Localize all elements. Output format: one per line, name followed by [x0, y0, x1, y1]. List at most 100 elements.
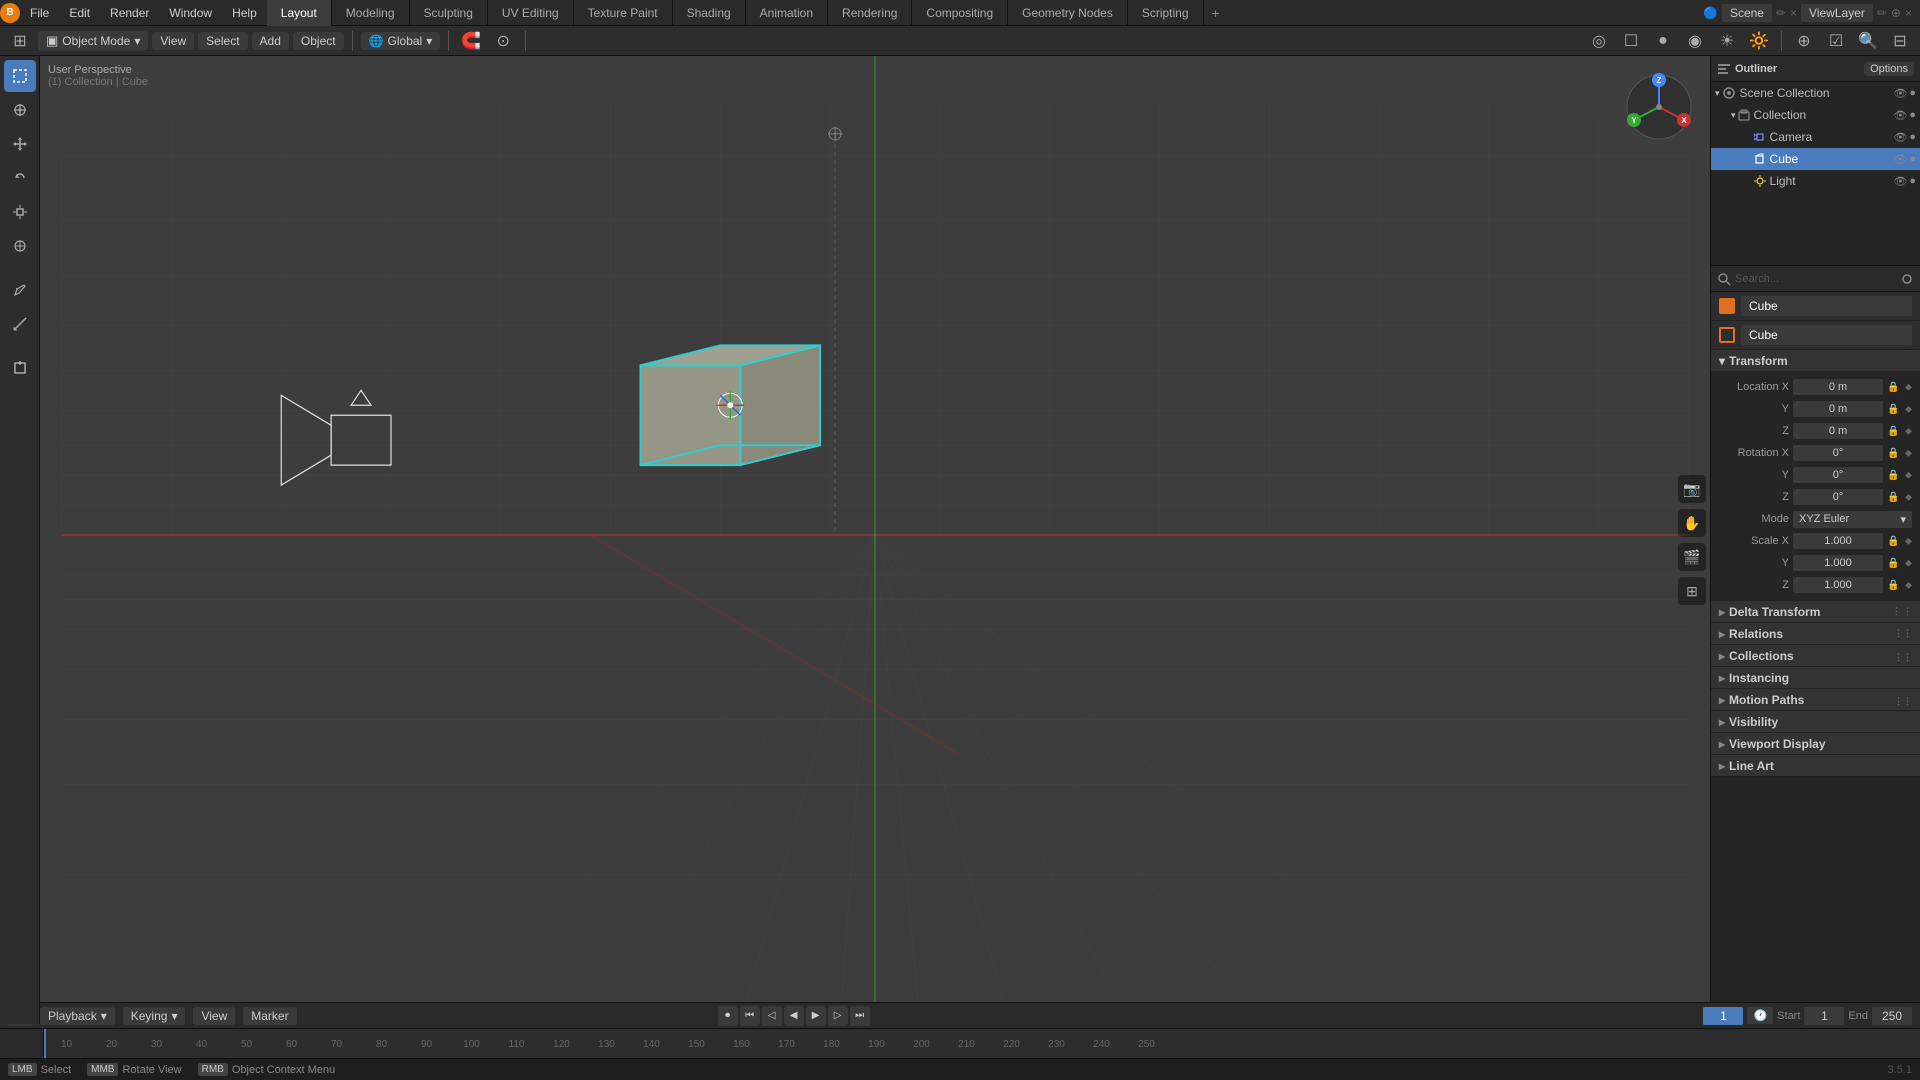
rotation-x-value[interactable]: 0°	[1793, 445, 1883, 461]
timeline-ruler[interactable]: 10 20 30 40 50 60 70 80 90 100 110 120 1…	[0, 1029, 1920, 1059]
start-time-icon[interactable]: 🕐	[1747, 1007, 1773, 1024]
orientation-gizmo[interactable]: Z X Y	[1624, 72, 1694, 142]
eevee-btn[interactable]: 🔆	[1745, 29, 1773, 53]
location-z-value[interactable]: 0 m	[1793, 423, 1883, 439]
rotation-y-anim[interactable]: ⬥	[1905, 470, 1912, 481]
keying-menu[interactable]: Keying ▾	[123, 1007, 186, 1025]
proportional-edit-btn[interactable]: ⊙	[489, 29, 517, 53]
play-back-btn[interactable]: ◀	[784, 1006, 804, 1026]
tab-sculpting[interactable]: Sculpting	[410, 0, 488, 26]
location-y-anim[interactable]: ⬥	[1905, 404, 1912, 415]
delta-transform-header[interactable]: ▸ Delta Transform ⋮⋮	[1711, 601, 1920, 623]
viewport-grid-icon[interactable]: ⊞	[1678, 577, 1706, 605]
outliner-cube[interactable]: ▾ Cube 👁 ●	[1711, 148, 1920, 170]
scale-x-value[interactable]: 1.000	[1793, 533, 1883, 549]
viewport-hand-icon[interactable]: ✋	[1678, 509, 1706, 537]
location-y-lock[interactable]: 🔒	[1887, 404, 1901, 415]
cube-eye[interactable]: 👁	[1893, 153, 1907, 166]
light-eye[interactable]: 👁	[1893, 175, 1907, 188]
filter-btn[interactable]: ⊟	[1886, 29, 1914, 53]
tab-compositing[interactable]: Compositing	[912, 0, 1008, 26]
transform-orientation[interactable]: 🌐 Global ▾	[361, 32, 441, 50]
xray-btn[interactable]: ☐	[1617, 29, 1645, 53]
engine-selector[interactable]: 🔵	[1703, 6, 1718, 20]
object-menu[interactable]: Object	[293, 32, 344, 50]
move-tool[interactable]	[4, 128, 36, 160]
scale-x-lock[interactable]: 🔒	[1887, 536, 1901, 547]
scale-z-lock[interactable]: 🔒	[1887, 580, 1901, 591]
rotation-y-value[interactable]: 0°	[1793, 467, 1883, 483]
menu-window[interactable]: Window	[159, 0, 222, 26]
add-mesh-tool[interactable]	[4, 352, 36, 384]
add-menu[interactable]: Add	[252, 32, 289, 50]
outliner-options-btn[interactable]: Options	[1864, 62, 1914, 76]
start-frame-display[interactable]: 1	[1804, 1007, 1844, 1025]
object-name-field[interactable]: Cube	[1741, 296, 1912, 316]
rotation-z-anim[interactable]: ⬥	[1905, 492, 1912, 503]
marker-menu[interactable]: Marker	[243, 1007, 296, 1025]
tab-animation[interactable]: Animation	[746, 0, 828, 26]
rotation-x-anim[interactable]: ⬥	[1905, 448, 1912, 459]
viewport-camera-icon[interactable]: 📷	[1678, 475, 1706, 503]
rotation-mode-dropdown[interactable]: XYZ Euler ▾	[1793, 511, 1912, 528]
col-eye[interactable]: 👁	[1893, 109, 1907, 122]
light-restrict[interactable]: ●	[1909, 175, 1916, 188]
cam-restrict[interactable]: ●	[1909, 131, 1916, 144]
tab-texture-paint[interactable]: Texture Paint	[574, 0, 673, 26]
scale-y-lock[interactable]: 🔒	[1887, 558, 1901, 569]
search-btn[interactable]: 🔍	[1854, 29, 1882, 53]
solid-shading-btn[interactable]: ●	[1649, 29, 1677, 53]
overlay-btn2[interactable]: ☑	[1822, 29, 1850, 53]
props-pin-icon[interactable]	[1900, 272, 1914, 286]
jump-end-btn[interactable]: ⏭	[850, 1006, 870, 1026]
tab-scripting[interactable]: Scripting	[1128, 0, 1204, 26]
location-x-lock[interactable]: 🔒	[1887, 382, 1901, 393]
line-art-header[interactable]: ▸ Line Art	[1711, 755, 1920, 777]
main-viewport[interactable]: User Perspective (1) Collection | Cube Z…	[40, 56, 1710, 1024]
select-menu[interactable]: Select	[198, 32, 247, 50]
rendered-shading-btn[interactable]: ☀	[1713, 29, 1741, 53]
tab-add[interactable]: +	[1204, 5, 1228, 21]
location-z-lock[interactable]: 🔒	[1887, 426, 1901, 437]
menu-help[interactable]: Help	[222, 0, 267, 26]
tab-layout[interactable]: Layout	[267, 0, 332, 26]
scene-col-restrict[interactable]: ●	[1909, 87, 1916, 100]
measure-tool[interactable]	[4, 308, 36, 340]
outliner-camera[interactable]: ▾ Camera 👁 ●	[1711, 126, 1920, 148]
tab-uv-editing[interactable]: UV Editing	[488, 0, 574, 26]
instancing-header[interactable]: ▸ Instancing	[1711, 667, 1920, 689]
outliner-light[interactable]: ▾ Light 👁 ●	[1711, 170, 1920, 192]
col-restrict[interactable]: ●	[1909, 109, 1916, 122]
menu-file[interactable]: File	[20, 0, 59, 26]
tab-rendering[interactable]: Rendering	[828, 0, 912, 26]
menu-edit[interactable]: Edit	[59, 0, 100, 26]
tab-modeling[interactable]: Modeling	[332, 0, 410, 26]
view-layer-name[interactable]: ViewLayer	[1801, 4, 1873, 22]
relations-header[interactable]: ▸ Relations ⋮⋮	[1711, 623, 1920, 645]
scene-name[interactable]: Scene	[1722, 4, 1772, 22]
menu-render[interactable]: Render	[100, 0, 159, 26]
transform-tool[interactable]	[4, 230, 36, 262]
snap-btn[interactable]: 🧲	[457, 29, 485, 53]
outliner-collection[interactable]: ▾ Collection 👁 ●	[1711, 104, 1920, 126]
scale-z-anim[interactable]: ⬥	[1905, 580, 1912, 591]
location-y-value[interactable]: 0 m	[1793, 401, 1883, 417]
cube-restrict[interactable]: ●	[1909, 153, 1916, 166]
viewport-lock-icon[interactable]: 🎬	[1678, 543, 1706, 571]
scale-z-value[interactable]: 1.000	[1793, 577, 1883, 593]
collections-header[interactable]: ▸ Collections ⋮⋮	[1711, 645, 1920, 667]
scene-col-eye[interactable]: 👁	[1893, 87, 1907, 100]
cursor-tool[interactable]	[4, 94, 36, 126]
visibility-header[interactable]: ▸ Visibility	[1711, 711, 1920, 733]
rotation-z-lock[interactable]: 🔒	[1887, 492, 1901, 503]
end-frame-display[interactable]: 250	[1872, 1007, 1912, 1025]
scale-y-value[interactable]: 1.000	[1793, 555, 1883, 571]
motion-paths-header[interactable]: ▸ Motion Paths ⋮⋮	[1711, 689, 1920, 711]
rotation-y-lock[interactable]: 🔒	[1887, 470, 1901, 481]
next-keyframe-btn[interactable]: ▷	[828, 1006, 848, 1026]
rotate-tool[interactable]	[4, 162, 36, 194]
mesh-name-field[interactable]: Cube	[1741, 325, 1912, 345]
select-box-tool[interactable]	[4, 60, 36, 92]
play-btn[interactable]: ▶	[806, 1006, 826, 1026]
cam-eye[interactable]: 👁	[1893, 131, 1907, 144]
